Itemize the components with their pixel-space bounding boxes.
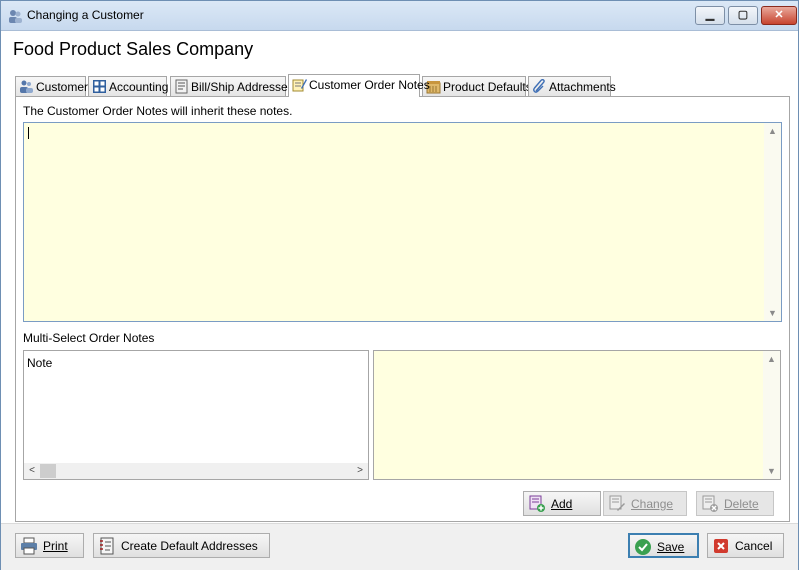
- tab-label: Customer: [36, 80, 89, 94]
- scroll-left-icon[interactable]: <: [24, 463, 40, 479]
- cancel-x-icon: [714, 539, 728, 553]
- multi-select-label: Multi-Select Order Notes: [23, 331, 155, 345]
- create-default-addresses-button[interactable]: Create Default Addresses: [93, 533, 270, 558]
- scroll-up-icon[interactable]: ▲: [763, 351, 780, 367]
- customer-icon: [20, 80, 33, 93]
- delete-note-button[interactable]: Delete: [696, 491, 774, 516]
- tab-label: Attachments: [549, 80, 616, 94]
- scroll-right-icon[interactable]: >: [352, 463, 368, 479]
- company-name: Food Product Sales Company: [13, 39, 254, 59]
- tab-customer[interactable]: Customer: [15, 76, 89, 96]
- tab-label: Product Defaults: [443, 80, 532, 94]
- cancel-label: Cancel: [735, 539, 773, 553]
- scroll-up-icon[interactable]: ▲: [764, 123, 781, 139]
- print-button[interactable]: Print: [15, 533, 84, 558]
- selected-note-textbox[interactable]: ▲ ▼: [373, 350, 781, 480]
- list-column-header[interactable]: Note: [27, 356, 52, 370]
- minimize-icon: ▁: [705, 9, 715, 21]
- cancel-button[interactable]: Cancel: [707, 533, 784, 558]
- window-content: Food Product Sales Company Customer Acco…: [1, 31, 798, 570]
- title-bar[interactable]: Changing a Customer ▁ ▢ ✕: [1, 1, 798, 31]
- add-note-icon: [529, 495, 545, 512]
- close-button[interactable]: ✕: [761, 6, 797, 25]
- order-notes-textarea[interactable]: ▲ ▼: [23, 122, 782, 322]
- tab-label: Accounting: [109, 80, 169, 94]
- save-label: Save: [657, 540, 685, 554]
- minimize-button[interactable]: ▁: [695, 6, 725, 25]
- list-horizontal-scrollbar[interactable]: < >: [24, 463, 368, 479]
- customer-app-icon: [9, 10, 22, 23]
- delete-note-icon: [702, 495, 718, 512]
- order-notes-list[interactable]: Note < >: [23, 350, 369, 480]
- scroll-down-icon[interactable]: ▼: [763, 463, 780, 479]
- tab-customer-order-notes[interactable]: Customer Order Notes: [288, 74, 430, 97]
- tab-attachments[interactable]: Attachments: [528, 76, 616, 96]
- print-label: Print: [43, 539, 68, 553]
- window-title: Changing a Customer: [27, 8, 144, 22]
- maximize-button[interactable]: ▢: [728, 6, 758, 25]
- customer-window: Changing a Customer ▁ ▢ ✕ Food Product S…: [0, 0, 799, 570]
- tab-product-defaults[interactable]: Product Defaults: [422, 76, 532, 96]
- add-label: Add: [551, 497, 573, 511]
- tab-label: Bill/Ship Addresses: [191, 80, 294, 94]
- save-button[interactable]: Save: [628, 533, 699, 558]
- note-vertical-scrollbar[interactable]: ▲ ▼: [763, 351, 780, 479]
- inherit-notes-label: The Customer Order Notes will inherit th…: [23, 104, 293, 118]
- order-notes-panel: The Customer Order Notes will inherit th…: [15, 96, 790, 522]
- change-label: Change: [631, 497, 674, 511]
- delete-label: Delete: [724, 497, 759, 511]
- maximize-icon: ▢: [737, 9, 749, 21]
- address-book-icon: [100, 537, 114, 555]
- save-check-icon: [635, 539, 651, 555]
- add-note-button[interactable]: Add: [523, 491, 601, 516]
- edit-note-icon: [609, 495, 625, 511]
- address-icon: [175, 79, 188, 94]
- footer-bar: Print Create Default Addresses Save Canc…: [1, 523, 798, 570]
- scroll-thumb[interactable]: [40, 464, 56, 478]
- scroll-down-icon[interactable]: ▼: [764, 305, 781, 321]
- notes-vertical-scrollbar[interactable]: ▲ ▼: [764, 123, 781, 321]
- accounting-icon: [93, 80, 106, 93]
- text-caret: [28, 127, 29, 139]
- close-icon: ✕: [774, 9, 784, 21]
- tab-accounting[interactable]: Accounting: [88, 76, 169, 96]
- change-note-button[interactable]: Change: [603, 491, 687, 516]
- create-default-addresses-label: Create Default Addresses: [121, 539, 258, 553]
- printer-icon: [21, 537, 37, 555]
- tab-bill-ship-addresses[interactable]: Bill/Ship Addresses: [170, 76, 294, 96]
- paperclip-icon: [533, 79, 545, 93]
- notes-icon: [292, 79, 307, 92]
- tab-label: Customer Order Notes: [309, 78, 430, 92]
